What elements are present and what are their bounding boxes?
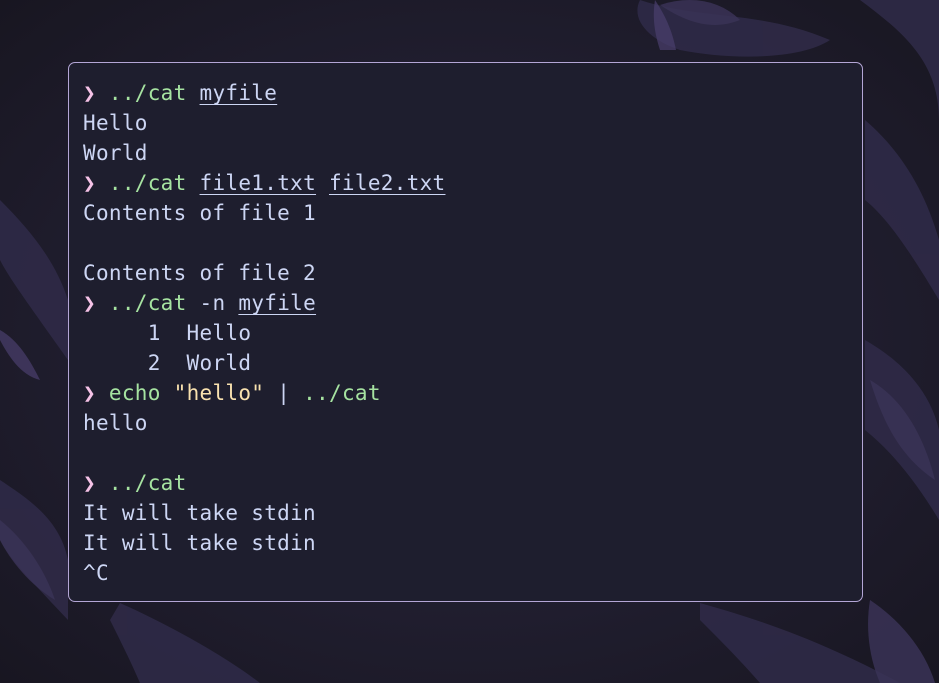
flag-argument: -n	[199, 291, 226, 315]
path-argument: myfile	[238, 291, 317, 315]
output-text: 2 World	[83, 351, 252, 375]
command-line: ❯ ../cat file1.txt file2.txt	[83, 168, 862, 198]
command-line: ❯ ../cat myfile	[83, 78, 862, 108]
output-text: ^C	[83, 561, 109, 585]
output-text: It will take stdin	[83, 501, 316, 525]
output-text: 1 Hello	[83, 321, 252, 345]
prompt-symbol: ❯	[83, 471, 96, 495]
output-line: It will take stdin	[83, 528, 862, 558]
command-line: ❯ ../cat	[83, 468, 862, 498]
terminal-window[interactable]: ❯ ../cat myfile Hello World ❯ ../cat file1.…	[68, 62, 863, 602]
command-name: echo	[108, 381, 161, 405]
command-name: ../cat	[108, 291, 187, 315]
path-argument: myfile	[199, 81, 278, 105]
output-text: Contents of file 1	[83, 201, 316, 225]
path-argument: file2.txt	[328, 171, 446, 195]
output-line: It will take stdin	[83, 498, 862, 528]
output-line: Contents of file 1	[83, 198, 862, 228]
command-line: ❯ echo "hello" | ../cat	[83, 378, 862, 408]
output-text: hello	[83, 411, 148, 435]
output-line: 1 Hello	[83, 318, 862, 348]
output-line: Contents of file 2	[83, 258, 862, 288]
output-line: ^C	[83, 558, 862, 588]
command-line: ❯ ../cat -n myfile	[83, 288, 862, 318]
command-name: ../cat	[108, 81, 187, 105]
output-text: It will take stdin	[83, 531, 316, 555]
output-line: hello	[83, 408, 862, 438]
string-argument: "hello"	[173, 381, 265, 405]
command-name: ../cat	[108, 471, 187, 495]
prompt-symbol: ❯	[83, 381, 96, 405]
output-line: World	[83, 138, 862, 168]
output-line: Hello	[83, 108, 862, 138]
output-text: World	[83, 141, 148, 165]
pipe-operator: |	[277, 381, 291, 405]
output-text: Contents of file 2	[83, 261, 316, 285]
prompt-symbol: ❯	[83, 171, 96, 195]
output-text: Hello	[83, 111, 148, 135]
command-name: ../cat	[303, 381, 381, 405]
prompt-symbol: ❯	[83, 81, 96, 105]
command-name: ../cat	[108, 171, 187, 195]
output-line: 2 World	[83, 348, 862, 378]
prompt-symbol: ❯	[83, 291, 96, 315]
path-argument: file1.txt	[199, 171, 317, 195]
